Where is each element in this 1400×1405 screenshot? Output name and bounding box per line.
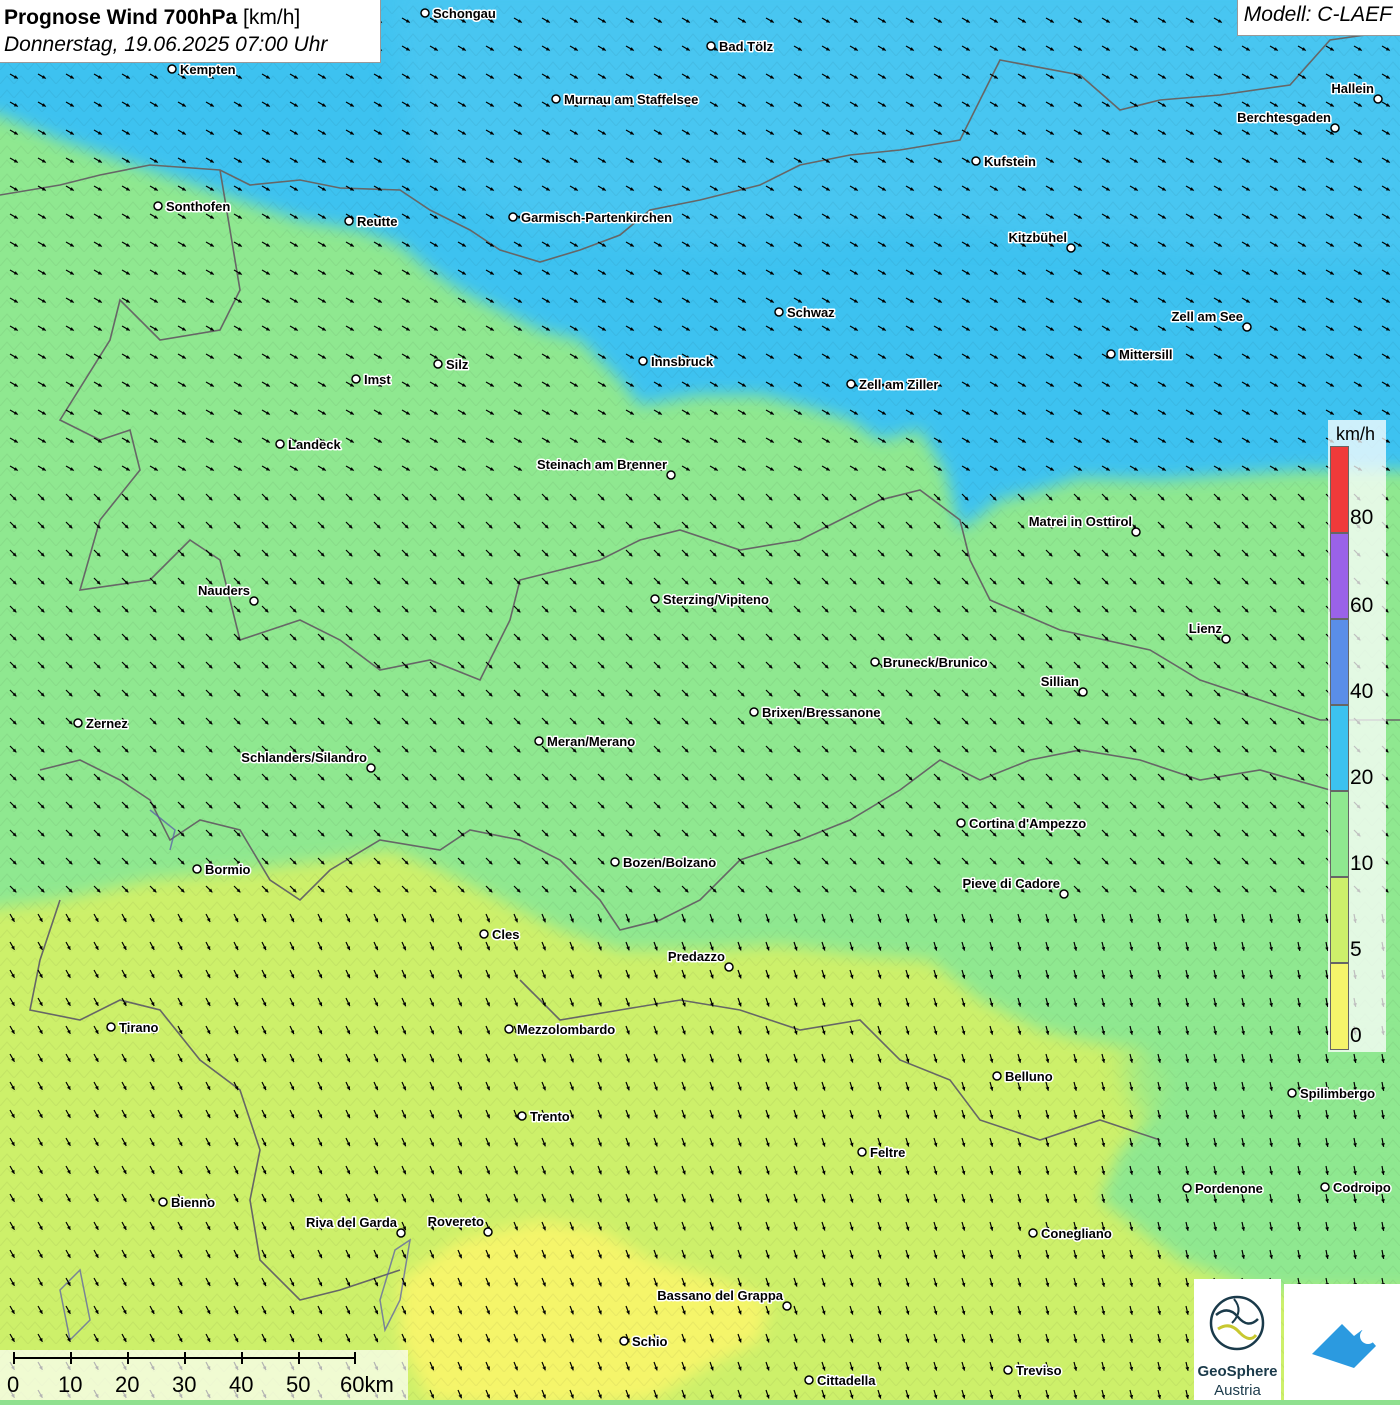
wind-map: SchongauBad TölzKemptenMurnau am Staffel… (0, 0, 1400, 1400)
